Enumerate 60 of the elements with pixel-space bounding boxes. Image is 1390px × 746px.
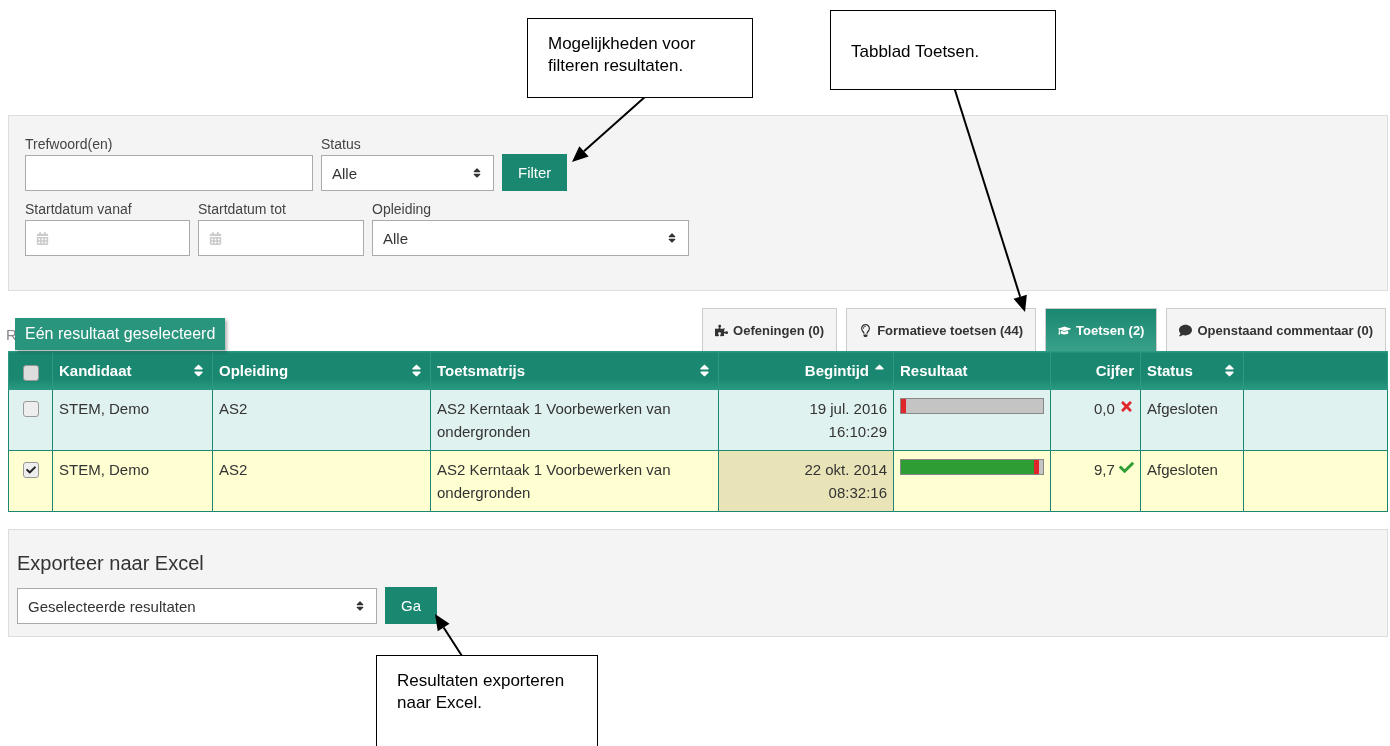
table-cell: STEM, Demo bbox=[52, 389, 213, 451]
field-label: Trefwoord(en) bbox=[25, 136, 114, 152]
tab[interactable]: Oefeningen (0) bbox=[702, 308, 838, 351]
go-button[interactable]: Ga bbox=[385, 587, 437, 624]
table-cell: AS2 Kerntaak 1 Voorbewerken van ondergronden bbox=[430, 389, 719, 451]
select-caret-icon bbox=[354, 600, 366, 612]
calendar-icon bbox=[209, 231, 222, 245]
export-select[interactable]: Geselecteerde resultaten bbox=[17, 588, 377, 624]
table-row[interactable]: STEM, Demo AS2 AS2 Kerntaak 1 Voorbewerken van ondergronden 19 jul. 2016 16:10:29 0,0 Afgesloten bbox=[8, 389, 1388, 451]
grade: 0,0 bbox=[1093, 400, 1115, 417]
date-field[interactable] bbox=[198, 220, 364, 256]
callout: Resultaten exporteren naar Excel. bbox=[376, 655, 598, 746]
field-label: Startdatum tot bbox=[198, 201, 287, 217]
select-caret-icon bbox=[471, 167, 483, 179]
sort-icon[interactable] bbox=[409, 363, 424, 378]
table-cell: STEM, Demo bbox=[52, 450, 213, 512]
field-label: Startdatum vanaf bbox=[25, 201, 133, 217]
opleiding-select[interactable]: Alle bbox=[372, 220, 689, 256]
table-cell: AS2 Kerntaak 1 Voorbewerken van ondergronden bbox=[430, 450, 719, 512]
tab[interactable]: Formatieve toetsen (44) bbox=[846, 308, 1037, 351]
field-label: Opleiding bbox=[372, 201, 433, 217]
lightbulb-icon bbox=[859, 323, 873, 337]
select-caret-icon bbox=[666, 232, 678, 244]
export-title: Exporteer naar Excel bbox=[17, 552, 205, 575]
date-field[interactable] bbox=[25, 220, 190, 256]
table-cell: Afgesloten bbox=[1140, 389, 1244, 451]
column-header[interactable]: Opleiding bbox=[212, 351, 431, 390]
calendar-icon bbox=[36, 231, 49, 245]
callout: Mogelijkheden voor filteren resultaten. bbox=[527, 18, 753, 98]
select-all-checkbox[interactable] bbox=[22, 364, 39, 381]
table-row[interactable]: STEM, Demo AS2 AS2 Kerntaak 1 Voorbewerken van ondergronden 22 okt. 2014 08:32:16 9,7 Afgesloten bbox=[8, 450, 1388, 512]
column-header[interactable]: Begintijd bbox=[718, 351, 894, 390]
selection-tooltip: Eén resultaat geselecteerd bbox=[15, 318, 226, 350]
sort-icon[interactable] bbox=[1222, 363, 1237, 378]
table-cell: 19 jul. 2016 16:10:29 bbox=[718, 389, 894, 451]
table-cell: Afgesloten bbox=[1140, 450, 1244, 512]
filter-button[interactable]: Filter bbox=[502, 154, 568, 191]
column-header[interactable]: Status bbox=[1140, 351, 1244, 390]
field-label: Status bbox=[321, 136, 362, 152]
column-header[interactable]: Resultaat bbox=[893, 351, 1051, 390]
table-cell: AS2 bbox=[212, 389, 431, 451]
sort-icon[interactable] bbox=[697, 363, 712, 378]
column-header[interactable]: Toetsmatrijs bbox=[430, 351, 719, 390]
grade: 9,7 bbox=[1093, 461, 1115, 478]
check-icon bbox=[25, 465, 36, 475]
tab[interactable]: Openstaand commentaar (0) bbox=[1166, 308, 1386, 351]
keyword-field[interactable] bbox=[25, 155, 313, 191]
comment-icon bbox=[1179, 323, 1193, 337]
callout: Tabblad Toetsen. bbox=[830, 10, 1056, 90]
row-checkbox[interactable] bbox=[22, 462, 39, 478]
column-header[interactable]: Cijfer bbox=[1050, 351, 1141, 390]
sort-icon[interactable] bbox=[191, 363, 206, 378]
table-cell: AS2 bbox=[212, 450, 431, 512]
row-checkbox[interactable] bbox=[22, 401, 39, 417]
tab[interactable]: Toetsen (2) bbox=[1045, 308, 1158, 351]
column-header[interactable]: Kandidaat bbox=[52, 351, 213, 390]
puzzle-icon bbox=[715, 323, 729, 337]
arrow bbox=[435, 614, 463, 657]
status-select[interactable]: Alle bbox=[321, 155, 494, 191]
table-cell: 22 okt. 2014 08:32:16 bbox=[718, 450, 894, 512]
